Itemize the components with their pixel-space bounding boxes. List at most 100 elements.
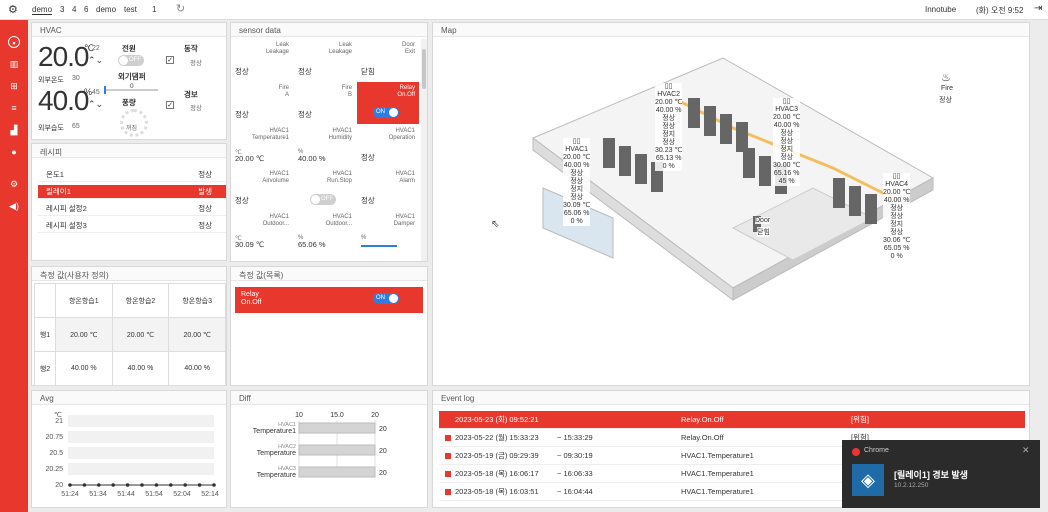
alarm-checkbox[interactable]: ✓ [166,101,174,109]
hvac-metric: 20.00 ℃ [655,99,683,106]
sensor-cell[interactable]: Fire B 정상 [294,82,356,124]
hvac-unit-icon: ▯▯ [664,83,673,90]
sensor-cell[interactable]: HVAC1 Run.Stop OFF [294,168,356,210]
chrome-notification[interactable]: Chrome ✕ ◈ [릴레이1] 경보 발생 10.2.12.250 [842,440,1040,508]
toast-sub: 10.2.12.250 [894,482,929,489]
hvac-map-tag[interactable]: ▯▯ HVAC1 20.00 ℃ 40.00 % 정상 정상 정지 정상 30.09 ℃ 65.0… [563,138,591,226]
sensor-label: HVAC1 Run.Stop [326,171,352,184]
sensor-cell[interactable]: HVAC1 Outdoor... ℃ 30.09 ℃ [231,211,293,253]
list-icon[interactable]: ≡ [8,102,20,114]
y-tick-label: 20.25 [45,466,63,473]
refresh-icon[interactable]: ↻ [176,2,185,15]
sensor-cell[interactable]: Relay On.Off ON [357,82,419,124]
sensor-cell[interactable]: Leak Leakage 정상 [231,39,293,81]
close-icon[interactable]: ✕ [1022,445,1030,456]
recipe-item[interactable]: 온도1 정상 [38,168,226,182]
bar-label-2: Temperature [257,472,296,479]
sensor-label: HVAC1 Damper [393,214,415,227]
event-name: HVAC1.Temperature1 [681,451,754,460]
sensor-value: 정상 [235,67,249,76]
recipe-item[interactable]: 레시피 설정2 정상 [38,202,226,216]
sensor-label: Leak Leakage [328,42,352,55]
y-tick-label: 20.75 [45,434,63,441]
sensor-value: 정상 [235,196,249,205]
event-range: ~ 16:04:44 [557,487,593,496]
damper-slider[interactable] [361,245,397,247]
header-tab[interactable]: 1 [152,5,156,14]
sensor-label: HVAC1 Outdoor... [262,214,289,227]
header-tab[interactable]: 3 [60,5,64,14]
measure-list-title: 측정 값(목록) [231,267,427,281]
header-tab[interactable]: 4 [72,5,76,14]
sensor-label: Relay On.Off [397,85,415,98]
side-rail: ▪ ▥ ⊞ ≡ ▟ ● ⚙ ◀) [0,20,28,512]
sensor-cell[interactable]: HVAC1 Outdoor...% 65.06 % [294,211,356,253]
network-icon[interactable]: ⊞ [8,80,20,92]
row-header: 행1 [34,317,56,352]
hvac-metric: 정상 [570,194,584,201]
sensor-cell[interactable]: Fire A 정상 [231,82,293,124]
event-row[interactable]: 2023-05-23 (화) 09:52:21 Relay.On.Off [위험] [439,411,1025,429]
header-tab[interactable]: demo [32,5,53,15]
x-tick-label: 51:44 [117,491,135,498]
settings-icon[interactable]: ⚙ [8,3,18,16]
avg-panel: Avg ℃ 21 20.75 20.5 20.25 20 51:24 51:34 51:44 51… [31,390,227,508]
bar-chart-icon[interactable]: ▟ [8,124,20,136]
measure-item-toggle[interactable]: ON [373,293,399,304]
logout-icon[interactable]: ⇥ [1034,3,1042,14]
gear-icon[interactable]: ⚙ [8,178,20,190]
hvac-metric: 정지 [780,146,794,153]
x-tick-label: 52:14 [201,491,219,498]
speaker-icon[interactable]: ◀) [8,200,20,212]
header-tab[interactable]: test [124,5,137,14]
table-cell: 20.00 ℃ [111,317,170,352]
event-marker [445,435,451,441]
measure-def-title: 측정 값(사용자 정의) [32,267,226,281]
recipe-item[interactable]: 릴레이1 발생 [38,185,226,199]
grid-band [68,415,214,427]
sensor-cell[interactable]: HVAC1 Operation 정상 [357,125,419,167]
sensor-panel: sensor data Leak Leakage 정상 Leak Leakage 정상 Do… [230,22,428,262]
hvac-unit-icon: ▯▯ [572,138,581,145]
alert-icon[interactable]: ● [8,146,20,158]
sensor-cell[interactable]: Leak Leakage 정상 [294,39,356,81]
event-time: 2023-05-18 (목) 16:03:51 [455,487,539,496]
monitor-icon[interactable]: ▪ [8,36,20,48]
sensor-cell[interactable]: HVAC1 Humidity% 40.00 % [294,125,356,167]
relay-toggle[interactable]: ON [373,107,399,118]
hvac-map-tag[interactable]: ▯▯ HVAC4 20.00 ℃ 40.00 % 정상 정상 정지 정상 30.06 ℃ 65.0… [883,173,911,261]
header-tab[interactable]: 6 [84,5,88,14]
run-checkbox[interactable]: ✓ [166,56,174,64]
sensor-cell[interactable]: HVAC1 Damper% [357,211,419,253]
recipe-item[interactable]: 레시피 설정3 정상 [38,219,226,233]
scrollbar[interactable] [421,39,427,261]
event-marker [445,489,451,495]
header-tab[interactable]: demo [96,5,116,14]
power-toggle[interactable]: OFF [118,55,144,66]
sensor-label: HVAC1 Outdoor... [325,214,352,227]
hvac-metric: 정상 [890,205,904,212]
sensor-cell[interactable]: HVAC1 Airvolume 정상 [231,168,293,210]
y-tick-label: 20.5 [49,450,63,457]
hvac-metric: 정지 [662,131,676,138]
temp-value: 20.0 [38,41,89,72]
temp-stepper-icon[interactable]: ⌃⌄ [88,55,103,66]
sensor-cell[interactable]: HVAC1 Alarm 정상 [357,168,419,210]
hvac-map-tag[interactable]: ▯▯ HVAC2 20.00 ℃ 40.00 % 정상 정상 정지 정상 30.23 ℃ 65.1… [655,83,683,171]
hvac-metric: 0 % [662,163,675,170]
recipe-panel: 레시피 온도1 정상 릴레이1 발생 레시피 설정2 정상 레시피 설정3 정상 [31,143,227,261]
chart-icon[interactable]: ▥ [8,58,20,70]
sensor-cell[interactable]: Door Exit 닫힘 [357,39,419,81]
table-cell: 40.00 % [168,351,226,386]
sensor-cell[interactable]: HVAC1 Temperature1 ℃ 20.00 ℃ [231,125,293,167]
damper-slider[interactable] [104,86,158,94]
alarm-value: 정상 [190,105,202,112]
hvac-map-tag[interactable]: ▯▯ HVAC3 20.00 ℃ 40.00 % 정상 정상 정지 정상 30.00 ℃ 65.1… [773,98,801,186]
hvac-metric: 30.00 ℃ [773,162,801,169]
floor-plan [532,57,935,301]
run-stop-toggle[interactable]: OFF [310,194,336,205]
humid-stepper-icon[interactable]: ⌃⌄ [88,99,103,110]
event-marker [445,453,451,459]
sensor-label: Fire A [278,85,289,98]
measure-list-item[interactable]: Relay On.Off ON [235,287,423,313]
